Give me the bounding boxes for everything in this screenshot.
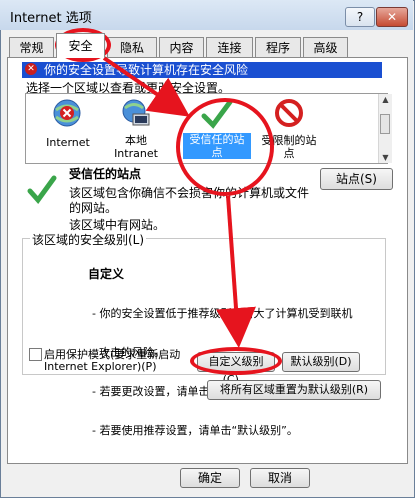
annotation-arrows — [102, 56, 256, 348]
arrow-tab-to-zone — [102, 56, 190, 117]
arrow-zone-to-custom — [216, 195, 256, 348]
tab-security[interactable]: 安全 — [56, 33, 105, 58]
